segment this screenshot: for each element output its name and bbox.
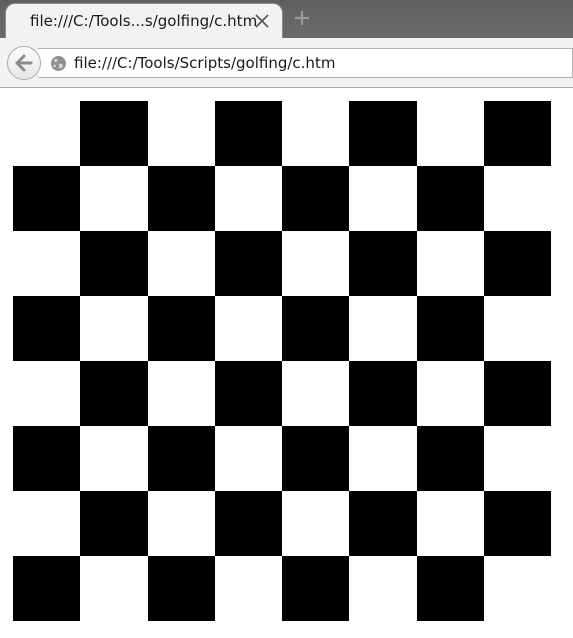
dark-square bbox=[80, 231, 148, 296]
light-square bbox=[13, 491, 80, 556]
tab-title: file:///C:/Tools...s/golfing/c.htm bbox=[30, 12, 258, 30]
light-square bbox=[215, 296, 282, 361]
dark-square bbox=[80, 361, 148, 426]
checkerboard bbox=[13, 101, 551, 621]
back-button[interactable] bbox=[7, 46, 41, 80]
address-bar[interactable]: file:///C:/Tools/Scripts/golfing/c.htm bbox=[38, 48, 573, 78]
dark-square bbox=[484, 361, 551, 426]
dark-square bbox=[349, 361, 417, 426]
dark-square bbox=[215, 231, 282, 296]
dark-square bbox=[349, 101, 417, 166]
tab-active[interactable]: file:///C:/Tools...s/golfing/c.htm bbox=[5, 3, 283, 38]
close-icon[interactable] bbox=[254, 13, 270, 29]
light-square bbox=[80, 556, 148, 621]
dark-square bbox=[417, 556, 484, 621]
dark-square bbox=[349, 491, 417, 556]
light-square bbox=[215, 556, 282, 621]
dark-square bbox=[349, 231, 417, 296]
light-square bbox=[282, 491, 349, 556]
dark-square bbox=[148, 556, 215, 621]
dark-square bbox=[484, 101, 551, 166]
light-square bbox=[417, 231, 484, 296]
dark-square bbox=[215, 361, 282, 426]
dark-square bbox=[282, 296, 349, 361]
dark-square bbox=[282, 556, 349, 621]
page-content bbox=[0, 88, 573, 638]
dark-square bbox=[148, 166, 215, 231]
light-square bbox=[13, 231, 80, 296]
dark-square bbox=[13, 166, 80, 231]
plus-icon[interactable] bbox=[292, 8, 312, 28]
dark-square bbox=[148, 426, 215, 491]
dark-square bbox=[148, 296, 215, 361]
light-square bbox=[349, 426, 417, 491]
light-square bbox=[484, 296, 551, 361]
dark-square bbox=[13, 296, 80, 361]
light-square bbox=[349, 556, 417, 621]
dark-square bbox=[282, 426, 349, 491]
light-square bbox=[484, 166, 551, 231]
navigation-bar: file:///C:/Tools/Scripts/golfing/c.htm bbox=[0, 38, 573, 88]
light-square bbox=[148, 361, 215, 426]
dark-square bbox=[13, 556, 80, 621]
dark-square bbox=[484, 231, 551, 296]
light-square bbox=[13, 361, 80, 426]
dark-square bbox=[417, 426, 484, 491]
dark-square bbox=[417, 296, 484, 361]
dark-square bbox=[215, 491, 282, 556]
dark-square bbox=[215, 101, 282, 166]
light-square bbox=[80, 166, 148, 231]
light-square bbox=[215, 426, 282, 491]
light-square bbox=[282, 361, 349, 426]
light-square bbox=[349, 296, 417, 361]
light-square bbox=[80, 296, 148, 361]
light-square bbox=[484, 556, 551, 621]
dark-square bbox=[484, 491, 551, 556]
back-arrow-icon bbox=[15, 54, 33, 72]
dark-square bbox=[282, 166, 349, 231]
light-square bbox=[282, 101, 349, 166]
light-square bbox=[148, 491, 215, 556]
tab-strip: file:///C:/Tools...s/golfing/c.htm bbox=[0, 0, 573, 38]
dark-square bbox=[80, 101, 148, 166]
light-square bbox=[484, 426, 551, 491]
light-square bbox=[80, 426, 148, 491]
light-square bbox=[349, 166, 417, 231]
url-text: file:///C:/Tools/Scripts/golfing/c.htm bbox=[74, 54, 336, 72]
light-square bbox=[215, 166, 282, 231]
light-square bbox=[282, 231, 349, 296]
light-square bbox=[148, 101, 215, 166]
light-square bbox=[417, 491, 484, 556]
dark-square bbox=[80, 491, 148, 556]
dark-square bbox=[13, 426, 80, 491]
light-square bbox=[148, 231, 215, 296]
light-square bbox=[417, 101, 484, 166]
globe-icon bbox=[50, 55, 67, 72]
light-square bbox=[417, 361, 484, 426]
light-square bbox=[13, 101, 80, 166]
browser-window: file:///C:/Tools...s/golfing/c.htm file:… bbox=[0, 0, 573, 638]
dark-square bbox=[417, 166, 484, 231]
